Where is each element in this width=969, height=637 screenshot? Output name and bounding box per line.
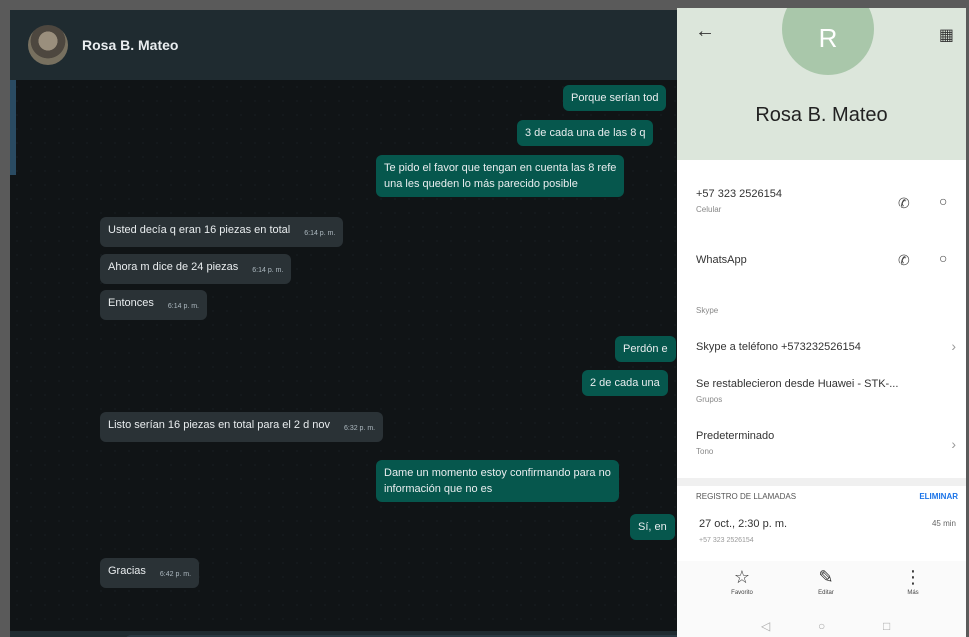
contact-actions: ☆ Favorito ✎ Editar ⋮ Más ◁ ○ □ [677,561,966,637]
message-bubble-out[interactable]: Sí, en [630,514,675,540]
message-bubble-out[interactable]: Perdón e [615,336,676,362]
ringtone-row[interactable]: Predeterminado Tono [696,430,774,456]
contact-name: Rosa B. Mateo [755,104,888,126]
message-bubble-in[interactable]: Listo serían 16 piezas en total para el … [100,412,384,442]
skype-section: Skype [696,301,718,315]
arrow-left-icon[interactable]: ← [695,20,715,43]
section-divider [677,478,966,486]
more-label: Más [907,590,919,596]
message-bubble-out[interactable]: Dame un momento estoy confirmando para n… [376,460,619,502]
more-vertical-icon: ⋮ [904,567,922,587]
favorite-button[interactable]: ☆ Favorito [712,567,772,596]
message-text: 2 de cada una [590,377,660,389]
message-bubble-out[interactable]: 2 de cada una [582,370,668,396]
call-log: REGISTRO DE LLAMADAS ELIMINAR 27 oct., 2… [677,486,966,561]
chat-contact-name[interactable]: Rosa B. Mateo [82,37,178,53]
restored-row[interactable]: Se restablecieron desde Huawei - STK-...… [696,378,898,404]
restored-text: Se restablecieron desde Huawei - STK-... [696,378,899,390]
scroll-accent [10,80,16,175]
chevron-right-icon[interactable]: › [951,436,956,452]
chat-header[interactable]: Rosa B. Mateo [10,10,690,80]
edit-button[interactable]: ✎ Editar [796,567,856,596]
phone-row[interactable]: +57 323 2526154 Celular [696,188,782,214]
nav-recents-icon[interactable]: □ [883,619,890,633]
restored-sub: Grupos [696,395,723,404]
qr-code-icon[interactable]: ▦ [939,25,954,45]
message-bubble-in[interactable]: Ahora m dice de 24 piezas 6:14 p. m. [100,254,292,284]
message-text: Dame un momento estoy confirmando para n… [384,467,611,479]
pencil-icon: ✎ [818,567,834,587]
edit-label: Editar [818,590,834,596]
call-date: 27 oct., 2:30 p. m. [699,518,788,530]
ringtone-label: Predeterminado [696,430,775,442]
avatar-letter: R [818,23,838,53]
delete-call-log-button[interactable]: ELIMINAR [919,492,958,501]
favorite-label: Favorito [731,590,753,596]
chat-bubble-icon[interactable]: ○ [939,250,947,266]
skype-call-label: Skype a teléfono +573232526154 [696,341,861,353]
message-text: Perdón e [623,343,668,355]
message-time: 6:42 p. m. [159,571,192,578]
whatsapp-row[interactable]: WhatsApp [696,254,747,266]
message-bubble-out[interactable]: 3 de cada una de las 8 q [517,120,654,146]
message-text: 3 de cada una de las 8 q [525,127,646,139]
message-bubble-out[interactable]: Porque serían tod [563,85,667,111]
message-text: Ahora m dice de 24 piezas [108,261,239,273]
nav-back-icon[interactable]: ◁ [761,619,770,633]
call-number: +57 323 2526154 [699,537,754,544]
message-time: 6:14 p. m. [304,230,336,237]
message-text: Gracias [108,565,146,577]
more-button[interactable]: ⋮ Más [883,567,943,596]
message-text: Te pido el favor que tengan en cuenta la… [384,162,617,174]
contact-avatar[interactable] [28,25,68,65]
message-text: Entonces [108,297,154,309]
phone-number: +57 323 2526154 [696,188,782,200]
skype-section-label: Skype [696,306,719,315]
message-text: una les queden lo más parecido posible [384,178,578,190]
message-text: información que no es [384,483,493,495]
call-log-title: REGISTRO DE LLAMADAS [696,492,797,501]
contact-avatar-large: R [782,8,874,75]
message-time: 6:32 p. m. [343,425,376,432]
message-time: 6:14 p. m. [252,267,284,274]
message-bubble-in[interactable]: Gracias 6:42 p. m. [100,558,200,588]
call-duration: 45 min [931,519,956,528]
contact-panel: ← R ▦ Rosa B. Mateo +57 323 2526154 Celu… [677,8,966,637]
message-time: 6:14 p. m. [167,303,200,310]
contact-header: ← R ▦ Rosa B. Mateo [677,8,966,160]
message-bubble-in[interactable]: Entonces 6:14 p. m. [100,290,208,320]
chat-window: Rosa B. Mateo Porque serían tod 3 de cad… [10,10,690,637]
message-text: Porque serían tod [571,92,659,104]
message-bubble-in[interactable]: Usted decía q eran 16 piezas en total 6:1… [100,217,344,247]
phone-icon[interactable]: ✆ [898,195,910,212]
contact-details: +57 323 2526154 Celular ✆ ○ WhatsApp ✆ ○… [677,160,966,478]
star-icon: ☆ [733,567,751,587]
phone-icon[interactable]: ✆ [898,252,910,269]
message-text: Listo serían 16 piezas en total para el … [108,419,330,431]
phone-type: Celular [696,205,722,214]
nav-home-icon[interactable]: ○ [818,619,825,633]
chat-bubble-icon[interactable]: ○ [939,193,947,209]
whatsapp-label: WhatsApp [696,254,747,266]
ringtone-sub: Tono [696,447,714,456]
skype-call-row[interactable]: Skype a teléfono +573232526154 [696,341,861,353]
chevron-right-icon[interactable]: › [951,338,956,354]
message-bubble-out[interactable]: Te pido el favor que tengan en cuenta la… [376,155,625,197]
message-text: Usted decía q eran 16 piezas en total [108,224,291,236]
message-text: Sí, en [638,521,667,533]
